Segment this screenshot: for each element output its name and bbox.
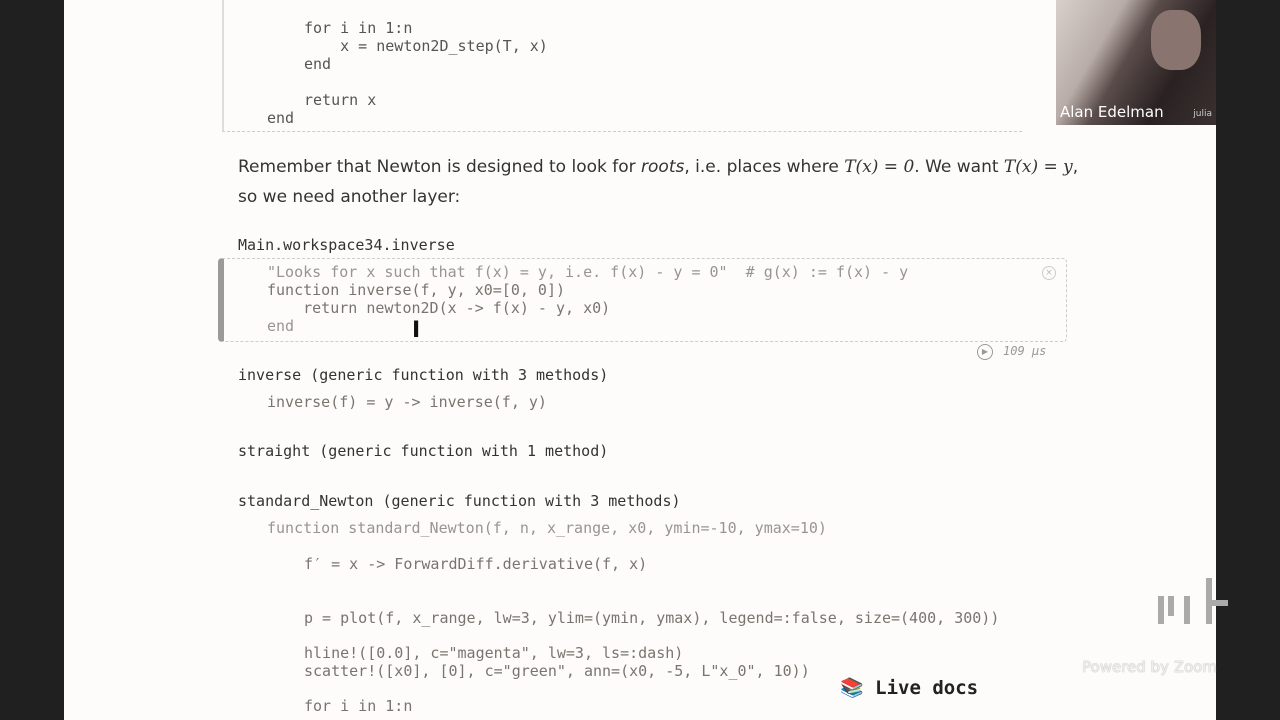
cell-output: straight (generic function with 1 method… [238,442,609,460]
zoom-watermark: Powered by Zoom [1082,658,1217,676]
math-expression: T(x) = 0 [844,157,915,177]
cell-output: standard_Newton (generic function with 3… [238,492,681,510]
webcam-video: Alan Edelman julia [1056,0,1216,125]
cell-runtime: 109 μs [1003,344,1047,358]
mit-logo [1158,578,1228,638]
code-line: return x [304,91,377,109]
prose-paragraph: Remember that Newton is designed to look… [238,157,1079,177]
code-line: for i in 1:n [304,19,413,37]
code-line[interactable]: hline!([0.0], c="magenta", lw=3, ls=:das… [304,644,683,662]
cell-output: inverse (generic function with 3 methods… [238,366,609,384]
code-line: x = newton2D_step(T, x) [304,37,548,55]
code-line[interactable]: scatter!([x0], [0], c="green", ann=(x0, … [304,662,810,680]
code-line[interactable]: for i in 1:n [304,697,412,715]
delete-cell-icon[interactable]: × [1042,266,1056,280]
code-line: end [267,109,295,127]
code-line[interactable]: function standard_Newton(f, n, x_range, … [267,519,827,537]
text-cursor-icon: I [412,318,421,343]
code-line[interactable]: f′ = x -> ForwardDiff.derivative(f, x) [304,555,647,573]
run-cell-icon[interactable]: ▶ [977,344,993,360]
prose-line: so we need another layer: [238,187,461,207]
code-line[interactable]: function inverse(f, y, x0=[0, 0]) [267,281,565,299]
code-line[interactable]: "Looks for x such that f(x) = y, i.e. f(… [267,263,908,281]
live-docs-button[interactable]: 📚 Live docs [840,676,978,699]
books-icon: 📚 [840,677,864,699]
code-line[interactable]: return newton2D(x -> f(x) - y, x0) [267,299,610,317]
code-line[interactable]: inverse(f) = y -> inverse(f, y) [267,393,547,411]
shirt-logo: julia [1193,109,1212,119]
speaker-face [1151,10,1201,70]
speaker-name: Alan Edelman [1060,103,1164,121]
code-line[interactable]: end [267,317,294,335]
code-line: end [304,55,332,73]
math-expression: T(x) = y [1003,157,1073,177]
cell-output: Main.workspace34.inverse [238,236,455,254]
code-line[interactable]: p = plot(f, x_range, lw=3, ylim=(ymin, y… [304,609,999,627]
